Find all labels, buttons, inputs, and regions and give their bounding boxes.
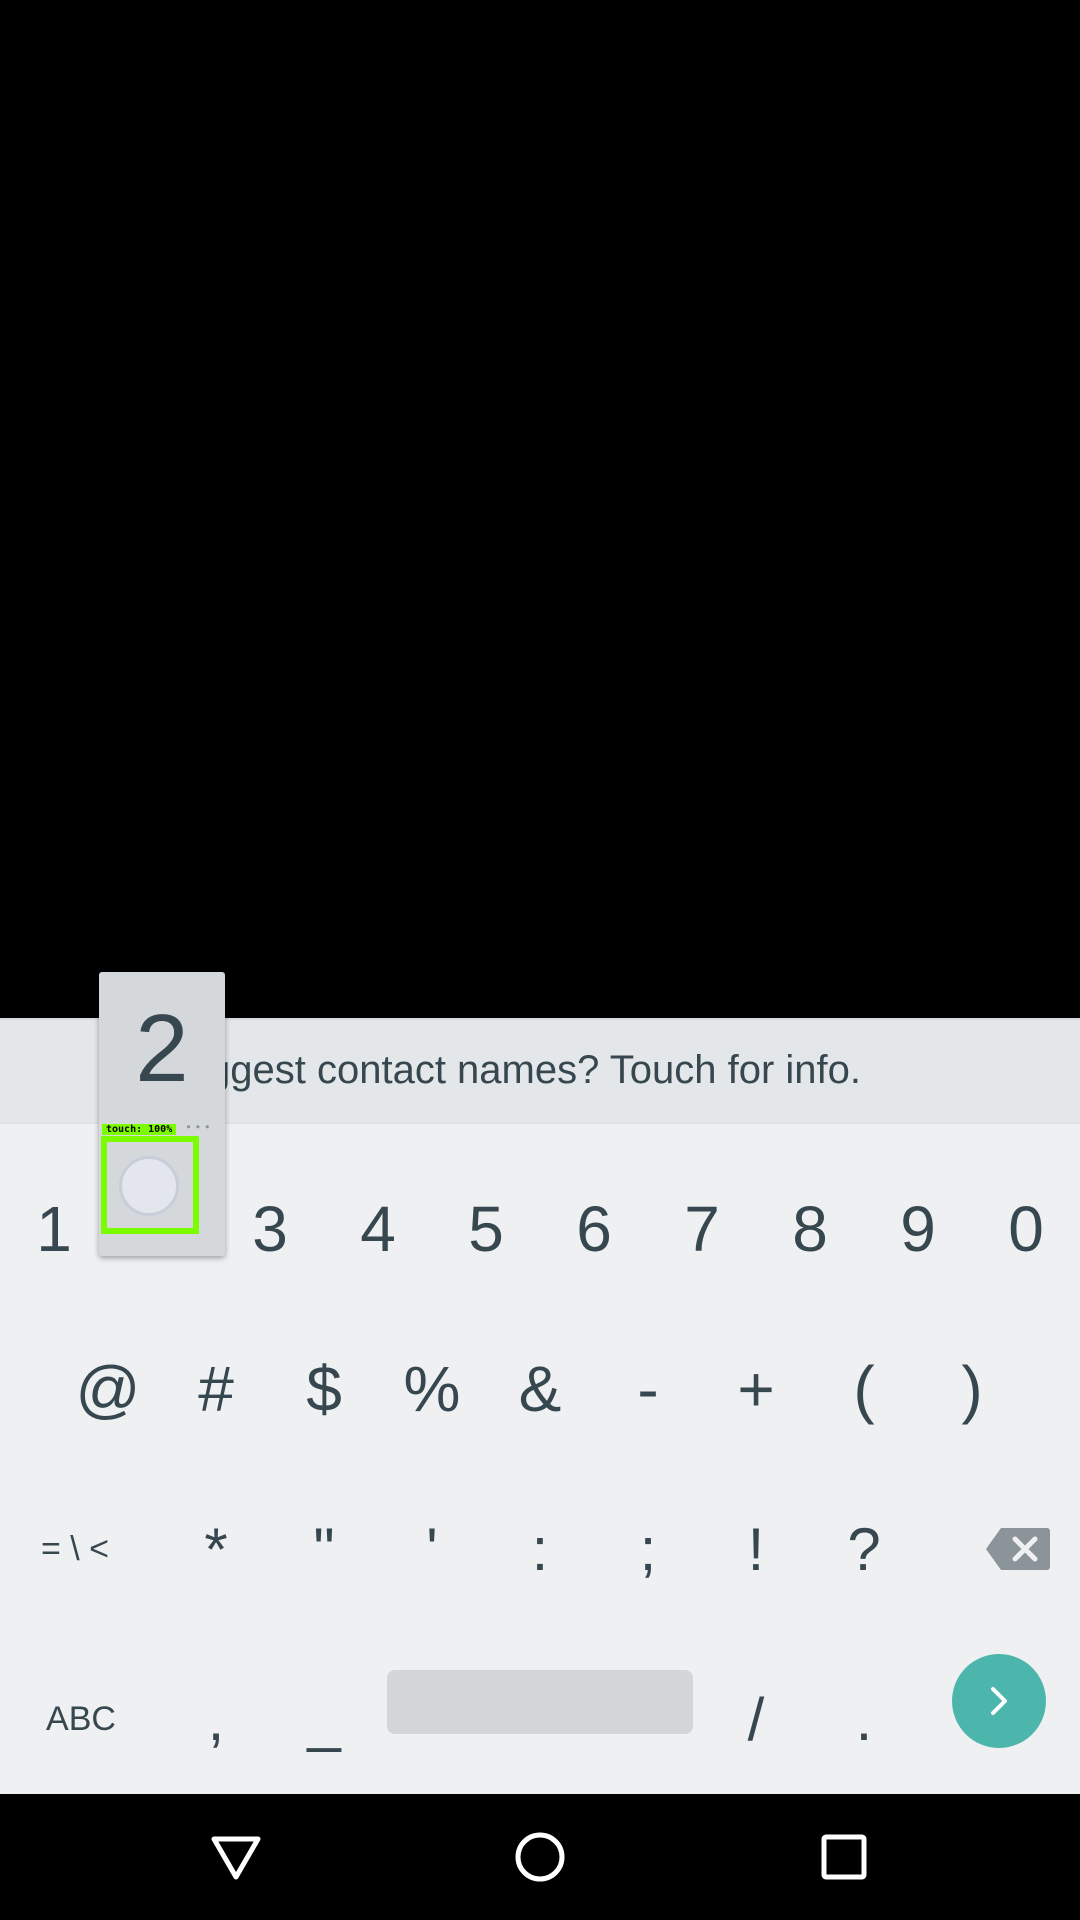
key-at[interactable]: @ <box>54 1324 162 1454</box>
key-preview-label: 2 <box>135 995 189 1102</box>
space-bar[interactable] <box>387 1670 693 1734</box>
key-question[interactable]: ? <box>810 1484 918 1614</box>
key-close-paren[interactable]: ) <box>918 1324 1026 1454</box>
key-single-quote[interactable]: ' <box>378 1484 486 1614</box>
key-ampersand[interactable]: & <box>486 1324 594 1454</box>
key-underscore[interactable]: _ <box>270 1644 378 1794</box>
key-6[interactable]: 6 <box>540 1164 648 1294</box>
key-asterisk[interactable]: * <box>162 1484 270 1614</box>
key-semicolon[interactable]: ; <box>594 1484 702 1614</box>
key-open-paren[interactable]: ( <box>810 1324 918 1454</box>
backspace-icon <box>986 1528 1050 1570</box>
key-3[interactable]: 3 <box>216 1164 324 1294</box>
key-preview-popup: 2 ... touch: 100% <box>99 972 225 1256</box>
key-8[interactable]: 8 <box>756 1164 864 1294</box>
key-plus[interactable]: + <box>702 1324 810 1454</box>
recents-square-icon <box>821 1834 867 1880</box>
key-1[interactable]: 1 <box>0 1164 108 1294</box>
backspace-key[interactable] <box>968 1484 1068 1614</box>
nav-back-button[interactable] <box>176 1794 296 1920</box>
key-0[interactable]: 0 <box>972 1164 1080 1294</box>
key-comma[interactable]: , <box>162 1644 270 1794</box>
nav-home-button[interactable] <box>480 1794 600 1920</box>
chevron-right-icon <box>991 1687 1007 1715</box>
key-minus[interactable]: - <box>594 1324 702 1454</box>
key-abc[interactable]: ABC <box>0 1644 162 1794</box>
app-content-area <box>0 0 1080 1018</box>
suggestion-text[interactable]: ggest contact names? Touch for info. <box>208 1048 861 1093</box>
key-slash[interactable]: / <box>702 1644 810 1794</box>
key-7[interactable]: 7 <box>648 1164 756 1294</box>
key-9[interactable]: 9 <box>864 1164 972 1294</box>
nav-recents-button[interactable] <box>784 1794 904 1920</box>
touch-point-indicator <box>119 1156 179 1216</box>
key-4[interactable]: 4 <box>324 1164 432 1294</box>
back-triangle-icon <box>211 1836 261 1880</box>
key-dollar[interactable]: $ <box>270 1324 378 1454</box>
key-period[interactable]: . <box>810 1644 918 1794</box>
key-more-symbols[interactable]: = \ < <box>0 1484 150 1614</box>
key-hash[interactable]: # <box>162 1324 270 1454</box>
home-circle-icon <box>515 1832 565 1882</box>
system-navigation-bar <box>0 1794 1080 1920</box>
key-double-quote[interactable]: " <box>270 1484 378 1614</box>
key-exclamation[interactable]: ! <box>702 1484 810 1614</box>
key-colon[interactable]: : <box>486 1484 594 1614</box>
enter-button[interactable] <box>952 1654 1046 1748</box>
key-percent[interactable]: % <box>378 1324 486 1454</box>
more-keys-indicator: ... <box>185 1102 214 1135</box>
key-5[interactable]: 5 <box>432 1164 540 1294</box>
touch-overlay-label: touch: 100% <box>102 1124 177 1135</box>
